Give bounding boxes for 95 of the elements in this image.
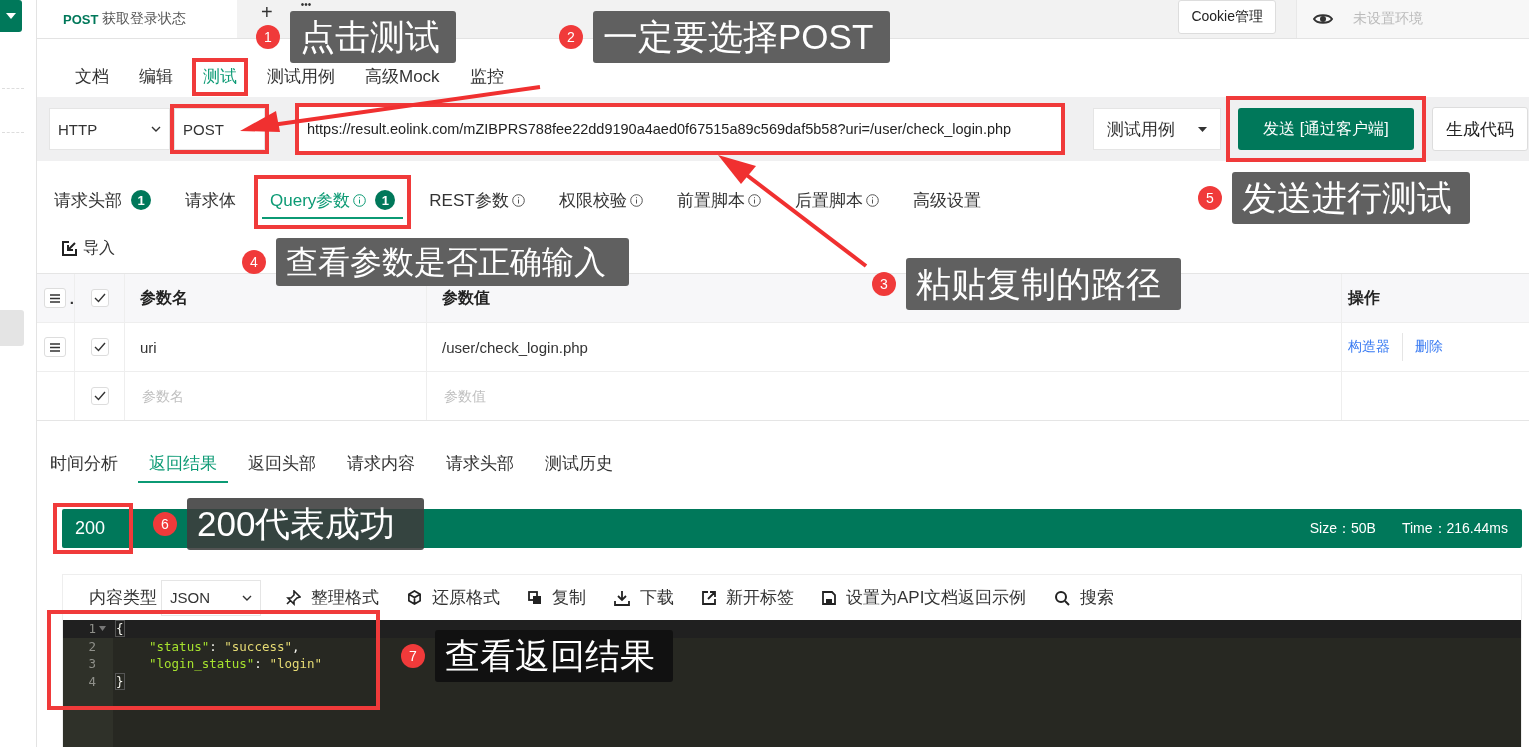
- count-badge: 1: [131, 190, 151, 210]
- checkbox[interactable]: [90, 338, 109, 356]
- param-tab[interactable]: 权限校验: [550, 183, 651, 219]
- line-number: 4: [88, 673, 96, 689]
- code-line: "login_status": "login": [148, 656, 323, 672]
- response-time: Time：216.44ms: [1401, 519, 1508, 538]
- column-header: 参数名: [140, 287, 188, 308]
- raw-button[interactable]: 还原格式: [407, 586, 500, 609]
- annotation-label: 200代表成功: [187, 498, 424, 550]
- nav-tab[interactable]: 高级Mock: [350, 66, 455, 88]
- result-tab[interactable]: 时间分析: [39, 445, 129, 483]
- generate-code-button[interactable]: 生成代码: [1432, 107, 1528, 151]
- fold-icon[interactable]: [99, 626, 106, 632]
- param-tab[interactable]: Query参数 1: [262, 183, 404, 219]
- eye-icon: [1313, 12, 1333, 26]
- cookie-button[interactable]: Cookie管理: [1178, 0, 1276, 34]
- document-tab[interactable]: POST 获取登录状态: [37, 0, 237, 38]
- open-button[interactable]: 新开标签: [702, 586, 794, 609]
- import-icon: [62, 240, 77, 256]
- protocol-select[interactable]: HTTP: [49, 108, 170, 150]
- format-button[interactable]: 整理格式: [285, 586, 379, 609]
- nav-tab[interactable]: 测试: [196, 66, 244, 88]
- nav-tab[interactable]: 编辑: [124, 66, 188, 88]
- save-icon: [822, 590, 836, 605]
- method-select[interactable]: POST: [174, 108, 265, 150]
- download-button[interactable]: 下载: [614, 586, 674, 609]
- send-button[interactable]: 发送 [通过客户端]: [1238, 108, 1414, 150]
- menu-icon: [49, 293, 60, 303]
- menu-icon: [50, 342, 60, 352]
- search-icon: [1054, 589, 1071, 606]
- param-tab[interactable]: 请求头部 1: [46, 183, 159, 219]
- save-button[interactable]: 设置为API文档返回示例: [822, 586, 1027, 609]
- annotation-label: 查看返回结果: [435, 630, 674, 682]
- url-field[interactable]: https://result.eolink.com/mZIBPRS788fee22dd9190a4aed0f67515a89c569daf5b58?uri=/user/check_login.php: [299, 107, 1061, 151]
- action-link[interactable]: 删除: [1415, 338, 1443, 356]
- annotation-label: 发送进行测试: [1232, 172, 1471, 224]
- nav-tab[interactable]: 测试用例: [252, 66, 350, 88]
- test-case-select[interactable]: 测试用例: [1093, 108, 1221, 150]
- download-icon: [614, 589, 630, 606]
- column-text: .: [69, 289, 74, 307]
- line-number: 3: [88, 656, 96, 672]
- table-cell: uri: [140, 338, 157, 356]
- nav-tab[interactable]: 文档: [60, 66, 124, 88]
- line-number: 1: [88, 621, 96, 637]
- search-button[interactable]: 搜索: [1054, 586, 1115, 609]
- response-size: Size：50B: [1309, 519, 1376, 538]
- result-tab[interactable]: 请求头部: [435, 445, 525, 483]
- param-name-field[interactable]: 参数名: [140, 387, 284, 405]
- add-tab-button[interactable]: +: [261, 2, 273, 22]
- checkbox[interactable]: [90, 289, 109, 307]
- annotation-label: 查看参数是否正确输入: [276, 238, 629, 286]
- nav-tab[interactable]: 监控: [454, 66, 519, 88]
- annotation-label: 一定要选择POST: [593, 11, 891, 63]
- step-number-badge: 4: [242, 250, 266, 274]
- result-tab[interactable]: 请求内容: [336, 445, 426, 483]
- param-tab[interactable]: REST参数: [421, 183, 533, 219]
- code-line: {: [115, 621, 124, 637]
- param-value-field[interactable]: 参数值: [442, 387, 586, 405]
- line-number: 2: [88, 638, 96, 654]
- result-tab[interactable]: 返回头部: [237, 445, 327, 483]
- drag-handle[interactable]: [44, 288, 66, 308]
- drag-handle[interactable]: [44, 337, 66, 357]
- table-cell: /user/check_login.php: [442, 338, 588, 356]
- copy-button[interactable]: 复制: [528, 586, 586, 609]
- import-button[interactable]: 导入: [62, 237, 115, 259]
- caret-icon: [6, 13, 16, 19]
- external-link-icon: [702, 590, 716, 605]
- copy-icon: [528, 590, 542, 605]
- pin-icon: [285, 589, 301, 606]
- annotation-label: 粘贴复制的路径: [906, 258, 1181, 310]
- column-header: 参数值: [442, 287, 490, 308]
- annotation-label: 点击测试: [290, 11, 456, 63]
- content-type-label: 内容类型: [89, 587, 157, 609]
- result-tab[interactable]: 返回结果: [138, 445, 228, 483]
- dropdown-button[interactable]: [0, 0, 22, 32]
- step-number-badge: 1: [256, 25, 280, 49]
- action-link[interactable]: 构造器: [1348, 338, 1390, 356]
- more-button[interactable]: •••: [300, 0, 312, 10]
- param-tab[interactable]: 前置脚本: [668, 183, 769, 219]
- cube-icon: [407, 590, 422, 605]
- param-tab[interactable]: 高级设置: [904, 183, 989, 219]
- chevron-icon: [242, 594, 252, 601]
- step-number-badge: 2: [559, 25, 583, 49]
- param-tab[interactable]: 后置脚本: [786, 183, 887, 219]
- status-code: 200: [75, 518, 106, 539]
- code-line: "status": "success",: [148, 638, 300, 654]
- result-tab[interactable]: 测试历史: [534, 445, 624, 483]
- column-header: 操作: [1348, 287, 1380, 308]
- checkbox[interactable]: [90, 387, 109, 405]
- step-number-badge: 5: [1198, 186, 1222, 210]
- caret-icon: [1198, 126, 1207, 132]
- param-tab[interactable]: 请求体: [177, 183, 244, 219]
- count-badge: 1: [375, 190, 396, 210]
- chevron-icon: [151, 126, 161, 132]
- code-line: }: [115, 673, 124, 689]
